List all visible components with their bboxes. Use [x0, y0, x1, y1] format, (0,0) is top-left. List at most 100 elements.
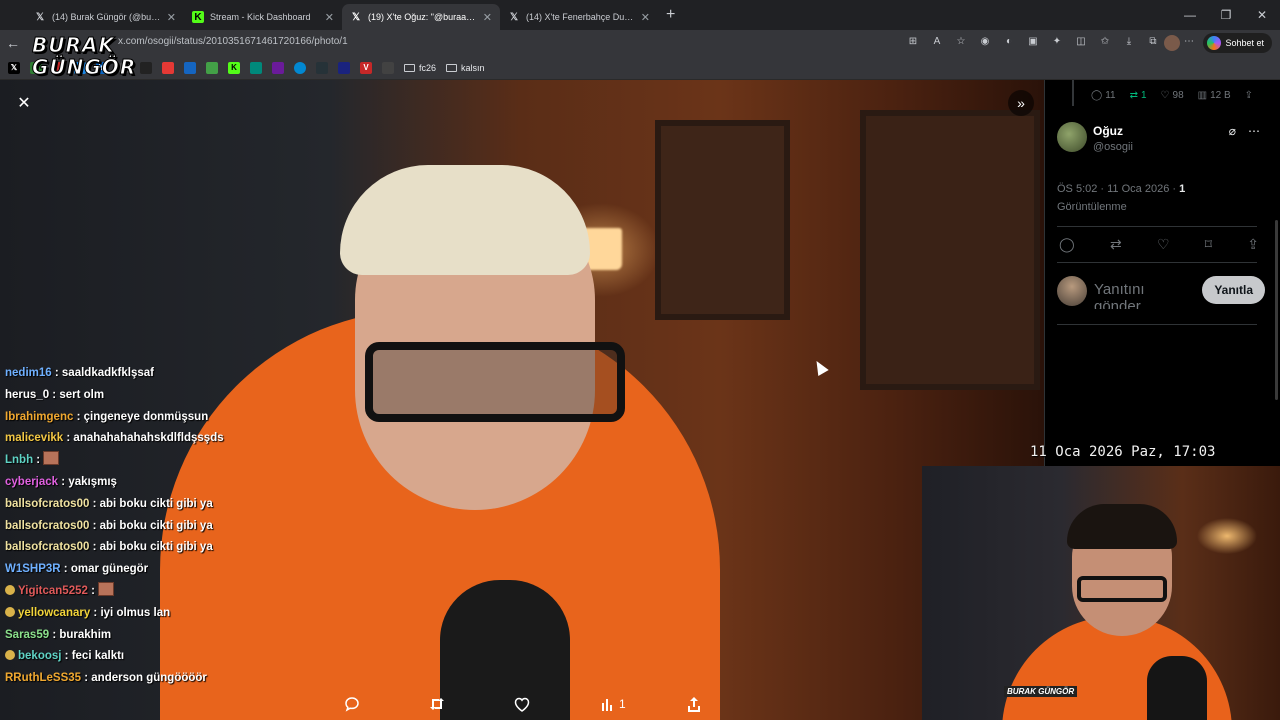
more-options-icon[interactable]: ⋯: [1248, 124, 1260, 138]
reply-icon[interactable]: ◯: [1059, 236, 1075, 253]
tab-kick-dashboard[interactable]: K Stream - Kick Dashboard ✕: [184, 4, 342, 30]
scrollbar[interactable]: [1275, 220, 1278, 400]
chat-username[interactable]: nedim16: [5, 367, 52, 379]
reply-button[interactable]: [344, 695, 360, 713]
read-aloud-icon[interactable]: A: [930, 34, 944, 50]
chat-separator: :: [33, 454, 44, 467]
chat-username[interactable]: Ibrahimgenc: [5, 411, 73, 423]
share-button[interactable]: [686, 695, 702, 713]
author-name[interactable]: Oğuz: [1093, 124, 1133, 138]
view-stat[interactable]: ▥ 12 B: [1198, 90, 1231, 101]
docs-icon[interactable]: [184, 61, 196, 74]
bookmark-icon[interactable]: [272, 61, 284, 74]
retweet-icon[interactable]: ⇄: [1110, 236, 1122, 253]
retweet-icon: ⇄: [1129, 90, 1138, 101]
chat-username[interactable]: Saras59: [5, 629, 49, 641]
close-viewer-button[interactable]: ✕: [12, 92, 36, 116]
bookmark-icon[interactable]: [294, 61, 306, 74]
new-tab-icon[interactable]: +: [666, 6, 675, 24]
favorite-star-icon[interactable]: ☆: [954, 34, 968, 50]
download-icon[interactable]: ⤓: [1122, 34, 1136, 50]
retweet-stat[interactable]: ⇄ 1: [1130, 90, 1147, 101]
author-handle[interactable]: @osogii: [1093, 141, 1133, 153]
audio-icon[interactable]: ◐: [1002, 34, 1016, 50]
grok-icon[interactable]: ⌀: [1229, 124, 1236, 138]
close-tab-icon[interactable]: ✕: [167, 11, 176, 24]
chat-username[interactable]: malicevikk: [5, 432, 63, 444]
bookmark-icon[interactable]: ⌑: [1205, 236, 1212, 253]
tab-fenerbahce[interactable]: 𝕏 (14) X'te Fenerbahçe Duyumları: " ✕: [500, 4, 658, 30]
chat-username[interactable]: RRuthLeSS35: [5, 672, 81, 684]
camera-icon[interactable]: ▣: [1026, 34, 1040, 50]
url-field[interactable]: x.com/osogii/status/2010351671461720166/…: [118, 36, 348, 47]
chat-username[interactable]: bekoosj: [18, 650, 61, 662]
chat-username[interactable]: ballsofcratos00: [5, 498, 89, 510]
chat-username[interactable]: W1SHP3R: [5, 563, 61, 575]
chat-username[interactable]: yellowcanary: [18, 607, 90, 619]
back-arrow-icon[interactable]: ←: [0, 35, 26, 51]
like-stat[interactable]: ♡ 98: [1161, 90, 1184, 101]
bookmark-icon[interactable]: [162, 61, 174, 74]
bookmark-icon[interactable]: [140, 61, 152, 74]
bookmark-icon[interactable]: [316, 61, 328, 74]
drive-icon[interactable]: [206, 61, 218, 74]
tweet-author[interactable]: Oğuz @osogii: [1057, 122, 1133, 153]
tab-burak-gungor[interactable]: 𝕏 (14) Burak Güngör (@buraakgungor ✕: [26, 4, 184, 30]
chat-username[interactable]: Yigitcan5252: [18, 585, 88, 597]
screenshot-icon[interactable]: ⧉: [1146, 34, 1160, 50]
tab-strip: 𝕏 (14) Burak Güngör (@buraakgungor ✕ K S…: [0, 0, 1280, 30]
reply-stat[interactable]: ◯ 11: [1091, 90, 1116, 101]
chat-separator: :: [90, 606, 101, 619]
restore-icon[interactable]: ❐: [1208, 0, 1244, 30]
app-available-icon[interactable]: ⊞: [906, 34, 920, 50]
heart-icon[interactable]: ♡: [1157, 236, 1170, 253]
streamer-microphone: [1147, 656, 1207, 720]
expand-panel-button[interactable]: »: [1008, 90, 1034, 116]
puzzle-extensions-icon[interactable]: ✦: [1050, 34, 1064, 50]
tweet-datetime[interactable]: ÖS 5:02 · 11 Oca 2026 ·: [1057, 183, 1176, 195]
share-icon[interactable]: ⇪: [1247, 236, 1259, 253]
kick-bookmark-icon[interactable]: K: [228, 61, 240, 74]
chat-username[interactable]: herus_0: [5, 389, 49, 401]
minimize-icon[interactable]: —: [1172, 0, 1208, 30]
views-button[interactable]: 1: [601, 695, 626, 713]
x-bookmark-icon[interactable]: 𝕏: [8, 61, 20, 74]
bookmark-icon[interactable]: V: [360, 61, 372, 74]
retweet-button[interactable]: [428, 695, 446, 713]
bookmark-folder-kalsin[interactable]: kalsın: [446, 63, 485, 73]
tab-oguz-post[interactable]: 𝕏 (19) X'te Oğuz: "@buraakgungor ✕: [342, 4, 500, 30]
like-button[interactable]: [514, 695, 530, 713]
close-tab-icon[interactable]: ✕: [483, 11, 492, 24]
views-count: 1: [619, 697, 626, 711]
chat-separator: :: [49, 628, 60, 641]
shield-icon[interactable]: [338, 61, 350, 74]
split-screen-icon[interactable]: ◫: [1074, 34, 1088, 50]
copilot-icon: [1207, 36, 1222, 50]
extension-icon[interactable]: ◉: [978, 34, 992, 50]
chat-username[interactable]: ballsofcratos00: [5, 541, 89, 553]
bookmark-folder-fc26[interactable]: fc26: [404, 63, 436, 73]
share-icon[interactable]: ⇪: [1245, 90, 1253, 101]
bookmark-icon[interactable]: [382, 61, 394, 74]
close-window-icon[interactable]: ✕: [1244, 0, 1280, 30]
close-tab-icon[interactable]: ✕: [325, 11, 334, 24]
chat-username[interactable]: Lnbh: [5, 454, 33, 466]
x-icon: 𝕏: [351, 11, 361, 23]
copilot-chat-button[interactable]: Sohbet et: [1203, 33, 1272, 53]
chat-username[interactable]: ballsofcratos00: [5, 520, 89, 532]
chat-text: yakışmış: [68, 475, 117, 488]
bookmark-icon[interactable]: [250, 61, 262, 74]
chat-username[interactable]: cyberjack: [5, 476, 58, 488]
reply-input[interactable]: Yanıtını gönder: [1094, 281, 1194, 309]
profile-avatar[interactable]: [1164, 35, 1180, 51]
mic-logo: BURAK GÜNGÖR: [1004, 686, 1078, 697]
reply-submit-button[interactable]: Yanıtla: [1202, 276, 1265, 304]
chat-text: çingeneye donmüşsun: [83, 410, 209, 423]
close-tab-icon[interactable]: ✕: [641, 11, 650, 24]
more-menu-icon[interactable]: ⋯: [1184, 36, 1194, 47]
chat-emote-icon: [43, 451, 60, 466]
author-avatar[interactable]: [1057, 122, 1087, 152]
copilot-label: Sohbet et: [1225, 38, 1264, 48]
heart-icon: [514, 697, 530, 712]
favorites-icon[interactable]: ✩: [1098, 34, 1112, 50]
